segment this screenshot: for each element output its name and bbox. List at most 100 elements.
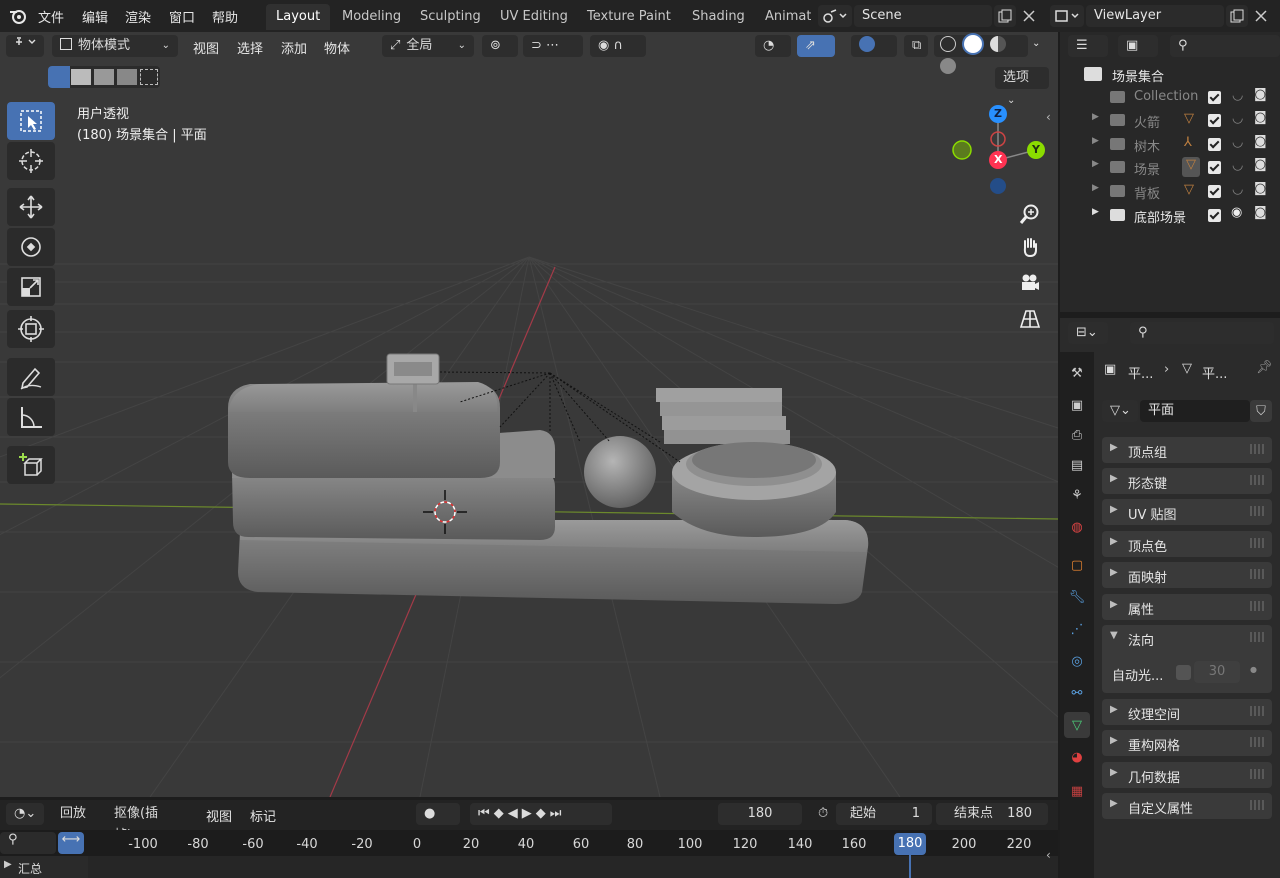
scale-tool[interactable]: [7, 268, 55, 306]
scene-tab-icon[interactable]: ⚘: [1064, 482, 1090, 508]
fake-user-shield-icon[interactable]: ⛉: [1250, 400, 1272, 422]
render-camera-icon[interactable]: ◙: [1254, 181, 1267, 196]
keying-menu[interactable]: 抠像(插帧)⌄: [106, 803, 196, 843]
auto-keying-button[interactable]: ●: [416, 803, 460, 825]
physics-tab-icon[interactable]: ◎: [1064, 648, 1090, 674]
select-extend-icon[interactable]: [71, 69, 91, 85]
tab-layout[interactable]: Layout: [266, 4, 331, 30]
outliner-editor-type[interactable]: ☰: [1068, 35, 1108, 57]
tab-texture-paint[interactable]: Texture Paint: [577, 4, 681, 30]
delete-scene-icon[interactable]: [1018, 5, 1040, 27]
render-camera-icon[interactable]: ◙: [1254, 110, 1267, 125]
object-tab-icon[interactable]: ▢: [1064, 552, 1090, 578]
play-icon[interactable]: ▶: [522, 806, 536, 821]
drag-grip-icon[interactable]: [1250, 538, 1264, 548]
panel-geometry-data[interactable]: ▶ 几何数据: [1102, 762, 1272, 788]
next-keyframe-icon[interactable]: ◆: [536, 806, 550, 821]
play-reverse-icon[interactable]: ◀: [508, 806, 522, 821]
menu-help[interactable]: 帮助: [212, 7, 238, 26]
view-layer-tab-icon[interactable]: ▤: [1064, 452, 1090, 478]
transform-orientation-dropdown[interactable]: ⤢ 全局 ⌄: [382, 35, 474, 57]
panel-custom-properties[interactable]: ▶ 自定义属性: [1102, 793, 1272, 819]
start-frame-field[interactable]: 起始 1: [836, 803, 932, 825]
sidebar-toggle-chevron-icon[interactable]: ‹: [1046, 110, 1051, 124]
end-frame-field[interactable]: 结束点 180: [936, 803, 1048, 825]
panel-face-maps[interactable]: ▶ 面映射: [1102, 562, 1272, 588]
outliner-scene-collection[interactable]: 场景集合: [1060, 63, 1280, 86]
auto-smooth-angle-field[interactable]: 30: [1194, 661, 1240, 683]
outliner-item-scene[interactable]: ▶ 场景 ▽ ◡ ◙: [1060, 156, 1280, 179]
jump-start-icon[interactable]: ⏮︎: [478, 806, 494, 821]
render-tab-icon[interactable]: ▣: [1064, 392, 1090, 418]
tab-modeling[interactable]: Modeling: [332, 4, 411, 30]
exclude-checkbox[interactable]: [1208, 114, 1221, 127]
material-shading-icon[interactable]: [990, 36, 1007, 52]
render-camera-icon[interactable]: ◙: [1254, 157, 1267, 172]
playback-menu[interactable]: 回放⌄: [52, 803, 104, 842]
annotate-tool[interactable]: [7, 358, 55, 396]
timeline-search-input[interactable]: ⚲: [0, 832, 56, 854]
properties-search-input[interactable]: ⚲: [1130, 322, 1274, 344]
menu-render[interactable]: 渲染: [125, 7, 151, 26]
tab-sculpting[interactable]: Sculpting: [410, 4, 491, 30]
transform-tool[interactable]: [7, 310, 55, 348]
timeline-marker-menu[interactable]: 标记: [250, 806, 276, 825]
new-scene-icon[interactable]: [994, 5, 1016, 27]
menu-window[interactable]: 窗口: [169, 7, 195, 26]
summary-track[interactable]: [88, 856, 1058, 878]
drag-grip-icon[interactable]: [1250, 769, 1264, 779]
keyframe-dot-icon[interactable]: ●: [1250, 665, 1257, 674]
drag-grip-icon[interactable]: [1250, 737, 1264, 747]
cursor-tool[interactable]: [7, 142, 55, 180]
outliner-search-input[interactable]: ⚲: [1170, 35, 1280, 57]
3d-viewport[interactable]: 物体模式 ⌄ 视图 选择 添加 物体 ⤢ 全局 ⌄ ⊚ ⊃ ⋯ ◉ ∩ ◔ ⇗ ⧉…: [0, 32, 1058, 797]
drag-grip-icon[interactable]: [1250, 800, 1264, 810]
snap-button[interactable]: ⊃ ⋯: [523, 35, 583, 57]
menu-view[interactable]: 视图: [193, 38, 219, 57]
options-dropdown[interactable]: 选项⌄: [995, 67, 1049, 106]
current-frame-field[interactable]: 180: [718, 803, 802, 825]
outliner-item-base-scene[interactable]: ▶ 底部场景 ◉ ◙: [1060, 204, 1280, 227]
panel-texture-space[interactable]: ▶ 纹理空间: [1102, 699, 1272, 725]
auto-smooth-checkbox[interactable]: [1176, 665, 1191, 680]
exclude-checkbox[interactable]: [1208, 209, 1221, 222]
expand-arrow-icon[interactable]: ▶: [1092, 159, 1099, 169]
menu-add[interactable]: 添加: [281, 38, 307, 57]
delete-view-layer-icon[interactable]: [1250, 5, 1272, 27]
mesh-name-field[interactable]: 平面: [1140, 400, 1250, 422]
hide-eye-icon[interactable]: ◡: [1232, 182, 1243, 197]
summary-row[interactable]: ▶ 汇总: [0, 856, 88, 878]
expand-arrow-icon[interactable]: ▶: [1092, 136, 1099, 146]
menu-object[interactable]: 物体: [324, 38, 350, 57]
add-cube-tool[interactable]: [7, 446, 55, 484]
pan-hand-icon[interactable]: [1013, 230, 1047, 264]
prev-keyframe-icon[interactable]: ◆: [494, 806, 508, 821]
stopwatch-icon[interactable]: ⏱︎: [810, 803, 834, 825]
constraints-tab-icon[interactable]: ⚯: [1064, 680, 1090, 706]
modifier-wrench-icon[interactable]: 🔧︎: [1064, 584, 1090, 610]
tool-tab-icon[interactable]: ⚒: [1064, 360, 1090, 386]
drag-grip-icon[interactable]: [1250, 475, 1264, 485]
expand-arrow-icon[interactable]: ▶: [1092, 183, 1099, 193]
drag-grip-icon[interactable]: [1250, 601, 1264, 611]
panel-shape-keys[interactable]: ▶ 形态键: [1102, 468, 1272, 494]
properties-editor-type[interactable]: ⊟⌄: [1068, 322, 1108, 344]
texture-tab-icon[interactable]: ▦: [1064, 778, 1090, 804]
mesh-data-tab-icon[interactable]: ▽: [1064, 712, 1090, 738]
timeline[interactable]: ⚲ ⟷ ▶ 汇总 -100 -80 -60 -40 -20 0 20 40 60…: [0, 830, 1058, 878]
render-camera-icon[interactable]: ◙: [1254, 134, 1267, 149]
move-tool[interactable]: [7, 188, 55, 226]
exclude-checkbox[interactable]: [1208, 161, 1221, 174]
hide-eye-icon[interactable]: ◡: [1232, 88, 1243, 103]
mode-selector[interactable]: 物体模式 ⌄: [52, 35, 178, 57]
world-tab-icon[interactable]: ◍: [1064, 514, 1090, 540]
expand-arrow-icon[interactable]: ▶: [1092, 112, 1099, 122]
rendered-shading-icon[interactable]: [940, 58, 956, 74]
zoom-icon[interactable]: [1013, 197, 1047, 231]
select-intersect-icon[interactable]: [140, 69, 158, 85]
expand-arrow-icon[interactable]: ▶: [4, 859, 12, 870]
panel-collapse-icon[interactable]: ▼: [1110, 630, 1118, 641]
panel-vertex-colors[interactable]: ▶ 顶点色: [1102, 531, 1272, 557]
perspective-toggle-icon[interactable]: [1013, 302, 1047, 336]
panel-title[interactable]: 法向: [1128, 630, 1154, 649]
